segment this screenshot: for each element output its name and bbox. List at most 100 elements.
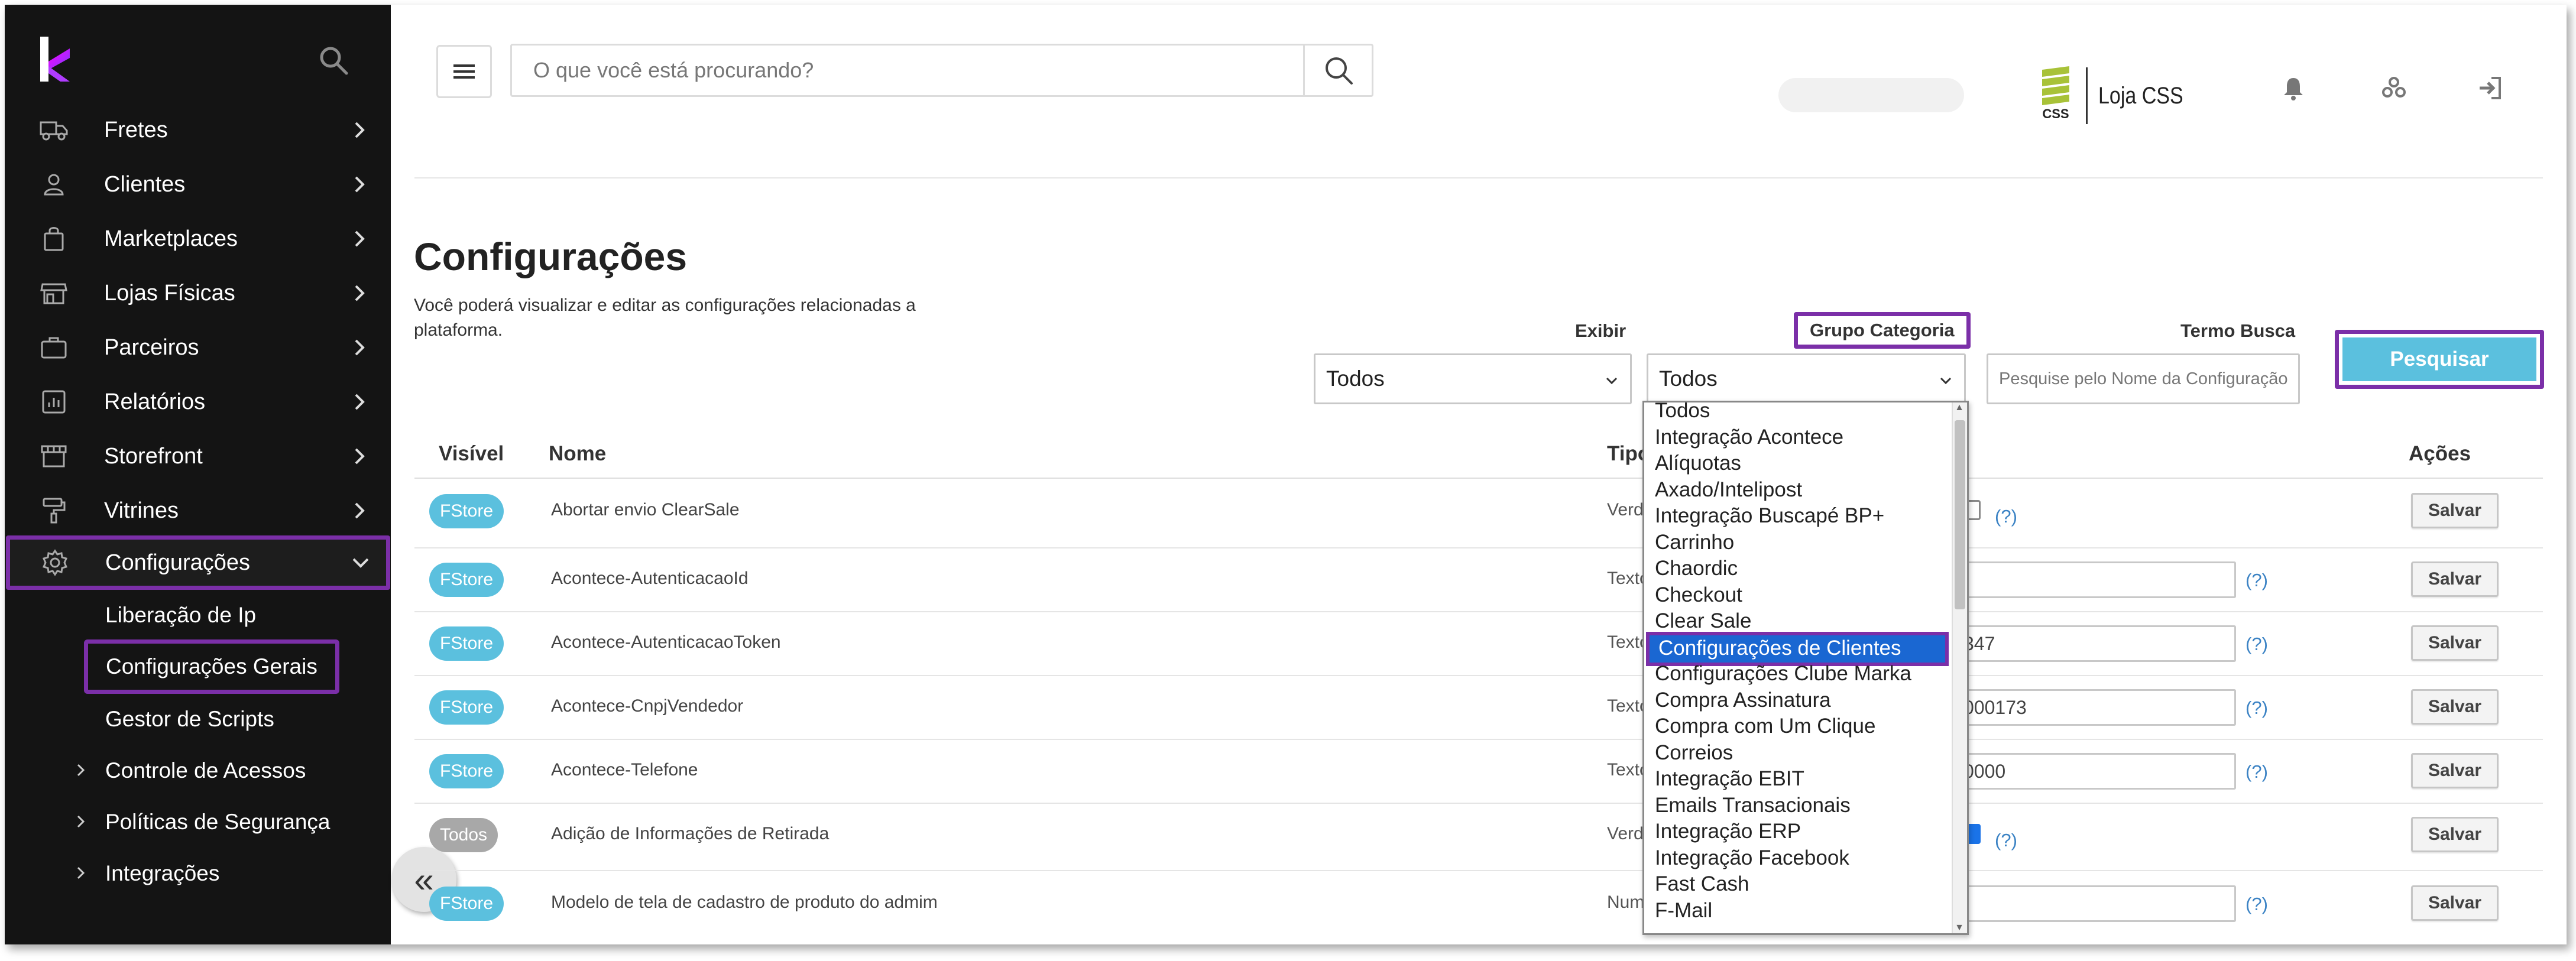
paint-roller-icon	[43, 498, 66, 524]
storefront-icon	[41, 445, 67, 467]
help-link[interactable]: (?)	[2246, 570, 2268, 591]
dropdown-option[interactable]: Todos	[1655, 402, 1710, 425]
subitem-configuracoes-gerais[interactable]: Configurações Gerais	[84, 639, 339, 694]
help-link[interactable]: (?)	[2246, 634, 2268, 655]
save-button[interactable]: Salvar	[2411, 689, 2499, 725]
dropdown-option[interactable]: Integração Buscapé BP+	[1655, 504, 1884, 530]
dropdown-option[interactable]: Correios	[1655, 741, 1733, 767]
sidebar-item-vitrines[interactable]: Vitrines	[5, 483, 391, 538]
dropdown-option[interactable]: Integração Facebook	[1655, 846, 1849, 872]
pesquisar-button[interactable]: Pesquisar	[2335, 330, 2544, 389]
sidebar-item-marketplaces[interactable]: Marketplaces	[5, 212, 391, 266]
dropdown-option[interactable]: Integração Acontece	[1655, 426, 1843, 452]
subitem-politicas-seguranca[interactable]: Políticas de Segurança	[105, 810, 330, 835]
row-divider	[414, 547, 2543, 548]
sidebar-item-label: Storefront	[104, 443, 203, 469]
termo-busca-placeholder: Pesquise pelo Nome da Configuração	[1999, 369, 2288, 388]
sidebar-item-label: Clientes	[104, 171, 186, 197]
global-search-button[interactable]	[1303, 46, 1372, 95]
page-description: Você poderá visualizar e editar as confi…	[414, 296, 916, 340]
dropdown-option[interactable]: Axado/Intelipost	[1655, 478, 1802, 504]
grupo-categoria-select[interactable]: Todos	[1647, 353, 1966, 404]
table-header-divider	[414, 478, 2543, 479]
save-button[interactable]: Salvar	[2411, 753, 2499, 788]
dropdown-option[interactable]: Alíquotas	[1655, 452, 1741, 478]
logout-icon[interactable]	[2476, 74, 2503, 102]
visibility-badge: FStore	[429, 563, 504, 597]
config-value-input[interactable]: 0000	[1956, 753, 2236, 790]
config-name: Acontece-AutenticacaoId	[551, 569, 749, 588]
sidebar-item-relatorios[interactable]: Relatórios	[5, 375, 391, 429]
store-name: Loja CSS	[2098, 82, 2183, 109]
chevron-right-icon	[77, 815, 85, 828]
visibility-badge: FStore	[429, 494, 504, 528]
dropdown-option[interactable]: F-Mail	[1655, 899, 1712, 925]
subitem-liberacao-ip[interactable]: Liberação de Ip	[105, 603, 256, 628]
chevron-right-icon	[355, 502, 365, 519]
sidebar-item-configuracoes[interactable]: Configurações	[6, 535, 390, 590]
config-value-input[interactable]: 000173	[1956, 689, 2236, 726]
sidebar-item-storefront[interactable]: Storefront	[5, 429, 391, 483]
help-link[interactable]: (?)	[2246, 761, 2268, 783]
subitem-integracoes[interactable]: Integrações	[105, 861, 219, 886]
help-link[interactable]: (?)	[2246, 894, 2268, 915]
sidebar-item-fretes[interactable]: Fretes	[5, 103, 391, 157]
sidebar-item-parceiros[interactable]: Parceiros	[5, 320, 391, 375]
config-name: Adição de Informações de Retirada	[551, 824, 829, 843]
dropdown-option[interactable]: Checkout	[1655, 583, 1742, 609]
chevron-right-icon	[77, 764, 85, 777]
sidebar-item-label: Parceiros	[104, 335, 199, 360]
scrollbar-thumb[interactable]	[1955, 420, 1965, 609]
briefcase-icon	[41, 337, 67, 359]
column-header-nome: Nome	[549, 442, 607, 465]
brand-separator	[2086, 67, 2088, 124]
termo-busca-input[interactable]: Pesquise pelo Nome da Configuração	[1987, 353, 2300, 404]
user-icon	[44, 174, 64, 196]
search-icon[interactable]	[317, 44, 350, 77]
sidebar-item-label: Lojas Físicas	[104, 280, 235, 306]
store-icon	[40, 283, 67, 304]
config-value-input[interactable]	[1956, 885, 2236, 922]
dropdown-option[interactable]: Configurações de Clientes	[1646, 631, 1949, 666]
dropdown-option[interactable]: Integração EBIT	[1655, 767, 1804, 793]
help-link[interactable]: (?)	[1995, 506, 2017, 527]
exibir-label: Exibir	[1575, 320, 1626, 341]
bell-icon[interactable]	[2280, 74, 2307, 102]
dropdown-option[interactable]: Chaordic	[1655, 557, 1738, 583]
dropdown-option[interactable]: Carrinho	[1655, 531, 1734, 557]
header-divider	[414, 177, 2543, 178]
menu-toggle-button[interactable]	[436, 45, 492, 98]
config-value-input[interactable]	[1956, 561, 2236, 598]
dropdown-option[interactable]: Compra Assinatura	[1655, 689, 1831, 715]
grupo-categoria-value: Todos	[1659, 366, 1718, 391]
exibir-select[interactable]: Todos	[1314, 353, 1632, 404]
save-button[interactable]: Salvar	[2411, 817, 2499, 852]
scroll-up-icon[interactable]: ▲	[1955, 402, 1964, 413]
scroll-down-icon[interactable]: ▼	[1955, 923, 1964, 933]
dropdown-option[interactable]: Integração ERP	[1655, 820, 1801, 846]
chevron-down-icon	[1940, 377, 1952, 385]
subitem-controle-acessos[interactable]: Controle de Acessos	[105, 758, 306, 783]
config-value-input[interactable]: 347	[1956, 625, 2236, 662]
report-chart-icon	[42, 390, 66, 414]
sidebar-item-clientes[interactable]: Clientes	[5, 157, 391, 212]
sidebar-item-lojas-fisicas[interactable]: Lojas Físicas	[5, 266, 391, 320]
save-button[interactable]: Salvar	[2411, 625, 2499, 661]
app-logo[interactable]	[39, 35, 74, 83]
truck-icon	[40, 121, 68, 141]
subitem-gestor-scripts[interactable]: Gestor de Scripts	[105, 707, 274, 732]
store-selector-placeholder[interactable]	[1778, 78, 1964, 112]
save-button[interactable]: Salvar	[2411, 561, 2499, 597]
dropdown-option[interactable]: Configurações Clube Marka	[1655, 662, 1911, 688]
save-button[interactable]: Salvar	[2411, 493, 2499, 528]
help-link[interactable]: (?)	[1995, 830, 2017, 851]
global-search-input[interactable]	[512, 46, 1301, 95]
help-link[interactable]: (?)	[2246, 697, 2268, 719]
chevron-right-icon	[77, 866, 85, 879]
dropdown-option[interactable]: Fast Cash	[1655, 872, 1749, 898]
dropdown-scrollbar[interactable]: ▲ ▼	[1952, 402, 1967, 933]
users-group-icon[interactable]	[2380, 74, 2407, 102]
save-button[interactable]: Salvar	[2411, 885, 2499, 921]
dropdown-option[interactable]: Compra com Um Clique	[1655, 715, 1875, 741]
dropdown-option[interactable]: Emails Transacionais	[1655, 794, 1851, 820]
